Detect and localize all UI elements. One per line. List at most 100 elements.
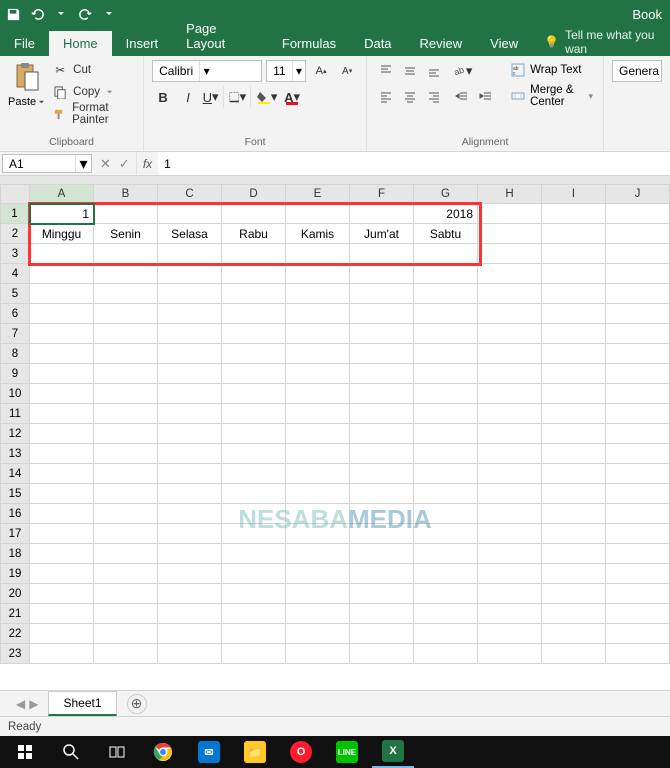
cell-E12[interactable] [286,424,350,444]
cell-C3[interactable] [158,244,222,264]
format-painter-button[interactable]: Format Painter [51,104,135,124]
cell-I19[interactable] [542,564,606,584]
cell-C16[interactable] [158,504,222,524]
cell-F11[interactable] [350,404,414,424]
row-header-20[interactable]: 20 [0,584,30,604]
cell-J17[interactable] [606,524,670,544]
cell-B14[interactable] [94,464,158,484]
select-all-corner[interactable] [0,184,30,204]
cell-D11[interactable] [222,404,286,424]
row-header-13[interactable]: 13 [0,444,30,464]
cell-G23[interactable] [414,644,478,664]
cell-H20[interactable] [478,584,542,604]
cell-J4[interactable] [606,264,670,284]
cell-C15[interactable] [158,484,222,504]
cell-D13[interactable] [222,444,286,464]
cell-C12[interactable] [158,424,222,444]
cell-B18[interactable] [94,544,158,564]
cell-A21[interactable] [30,604,94,624]
cell-I11[interactable] [542,404,606,424]
cell-A16[interactable] [30,504,94,524]
cell-J19[interactable] [606,564,670,584]
cell-I4[interactable] [542,264,606,284]
cell-A14[interactable] [30,464,94,484]
cell-I17[interactable] [542,524,606,544]
row-header-22[interactable]: 22 [0,624,30,644]
cell-H9[interactable] [478,364,542,384]
row-header-23[interactable]: 23 [0,644,30,664]
tab-file[interactable]: File [0,31,49,56]
cell-F12[interactable] [350,424,414,444]
orientation-button[interactable]: ab▾ [451,60,473,82]
cell-I21[interactable] [542,604,606,624]
cell-E21[interactable] [286,604,350,624]
column-header-D[interactable]: D [222,184,286,204]
cell-B5[interactable] [94,284,158,304]
copy-button[interactable]: Copy [51,82,135,102]
cell-J5[interactable] [606,284,670,304]
cell-F8[interactable] [350,344,414,364]
cell-C13[interactable] [158,444,222,464]
cell-E20[interactable] [286,584,350,604]
cell-A18[interactable] [30,544,94,564]
cell-B13[interactable] [94,444,158,464]
fx-icon[interactable]: fx [137,152,158,175]
cell-J15[interactable] [606,484,670,504]
mail-button[interactable]: ✉ [188,736,230,768]
cell-I9[interactable] [542,364,606,384]
cell-H4[interactable] [478,264,542,284]
row-header-14[interactable]: 14 [0,464,30,484]
cell-J13[interactable] [606,444,670,464]
cell-F5[interactable] [350,284,414,304]
tab-data[interactable]: Data [350,31,405,56]
cell-E16[interactable] [286,504,350,524]
cell-F19[interactable] [350,564,414,584]
tab-home[interactable]: Home [49,31,112,56]
excel-button[interactable]: X [372,736,414,768]
cell-B4[interactable] [94,264,158,284]
cell-G10[interactable] [414,384,478,404]
sheet-nav-next[interactable]: ▶ [29,697,38,711]
cell-D8[interactable] [222,344,286,364]
cell-C18[interactable] [158,544,222,564]
cell-B16[interactable] [94,504,158,524]
cell-B15[interactable] [94,484,158,504]
cell-J18[interactable] [606,544,670,564]
cell-A5[interactable] [30,284,94,304]
cell-A7[interactable] [30,324,94,344]
column-header-J[interactable]: J [606,184,670,204]
cell-D7[interactable] [222,324,286,344]
cell-B11[interactable] [94,404,158,424]
row-header-4[interactable]: 4 [0,264,30,284]
cell-J2[interactable] [606,224,670,244]
cell-H19[interactable] [478,564,542,584]
decrease-indent-button[interactable] [451,86,473,108]
cell-G7[interactable] [414,324,478,344]
cell-A19[interactable] [30,564,94,584]
cell-D2[interactable]: Rabu [222,224,286,244]
column-header-F[interactable]: F [350,184,414,204]
paste-button[interactable]: Paste [8,60,45,108]
cell-F1[interactable] [350,204,414,224]
cell-B20[interactable] [94,584,158,604]
cell-B12[interactable] [94,424,158,444]
cell-F18[interactable] [350,544,414,564]
cell-C22[interactable] [158,624,222,644]
cell-D5[interactable] [222,284,286,304]
cell-F10[interactable] [350,384,414,404]
row-header-12[interactable]: 12 [0,424,30,444]
align-center-button[interactable] [399,86,421,108]
row-header-9[interactable]: 9 [0,364,30,384]
cell-J23[interactable] [606,644,670,664]
cell-D16[interactable] [222,504,286,524]
undo-icon[interactable] [28,5,46,23]
cell-G8[interactable] [414,344,478,364]
cell-D6[interactable] [222,304,286,324]
cell-B8[interactable] [94,344,158,364]
cell-J12[interactable] [606,424,670,444]
cell-A1[interactable]: 1 [30,204,94,224]
cell-E17[interactable] [286,524,350,544]
cell-G21[interactable] [414,604,478,624]
opera-button[interactable]: O [280,736,322,768]
tab-page-layout[interactable]: Page Layout [172,16,268,56]
